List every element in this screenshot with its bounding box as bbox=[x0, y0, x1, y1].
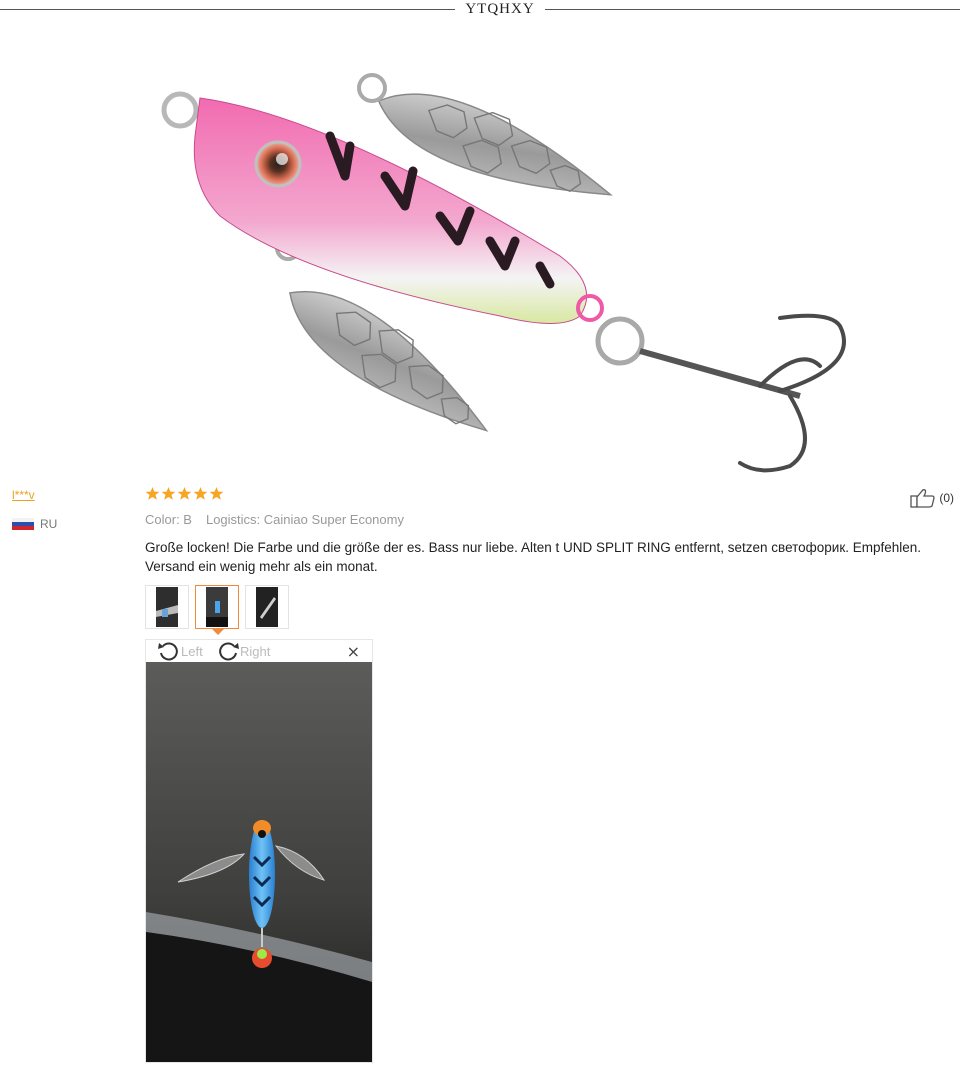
reviewer-name[interactable]: l***v bbox=[12, 488, 35, 502]
viewer-toolbar: Left Right × bbox=[146, 640, 372, 662]
helpful-button[interactable]: (0) bbox=[910, 488, 954, 508]
brand-header: YTQHXY bbox=[0, 0, 960, 22]
helpful-count: (0) bbox=[939, 491, 954, 505]
brand-divider-left bbox=[0, 9, 455, 10]
star-icon bbox=[209, 486, 224, 500]
color-option: Color: B bbox=[145, 512, 192, 527]
logistics-info: Logistics: Cainiao Super Economy bbox=[205, 512, 404, 527]
thumbnail-photo bbox=[206, 587, 228, 627]
star-icon bbox=[145, 486, 160, 500]
thumbnail-photo bbox=[256, 587, 278, 627]
star-rating bbox=[145, 486, 224, 501]
rotate-left-button[interactable]: Left bbox=[157, 640, 203, 662]
rotate-right-button[interactable]: Right bbox=[216, 640, 270, 662]
rotate-right-label: Right bbox=[240, 643, 271, 659]
product-image bbox=[161, 73, 846, 473]
review-photo bbox=[146, 662, 372, 1062]
star-icon bbox=[177, 486, 192, 500]
russia-flag-icon bbox=[12, 518, 34, 530]
thumbs-up-icon bbox=[910, 489, 935, 508]
reviewer-country: RU bbox=[12, 517, 57, 531]
review-text: Große locken! Die Farbe und die größe de… bbox=[145, 540, 922, 574]
review-thumbnails bbox=[145, 585, 289, 635]
review-thumbnail-3[interactable] bbox=[245, 585, 289, 629]
image-viewer: Left Right × bbox=[145, 639, 373, 1063]
rotate-left-label: Left bbox=[181, 643, 203, 659]
brand-name: YTQHXY bbox=[465, 1, 535, 17]
review-thumbnail-1[interactable] bbox=[145, 585, 189, 629]
review-thumbnail-2[interactable] bbox=[195, 585, 239, 635]
brand-divider-right bbox=[545, 9, 960, 10]
thumbnail-photo bbox=[156, 587, 178, 627]
country-code: RU bbox=[40, 517, 58, 531]
review-meta: Color: B Logistics: Cainiao Super Economy bbox=[145, 512, 404, 527]
star-icon bbox=[161, 486, 176, 500]
star-icon bbox=[193, 486, 208, 500]
rotate-left-icon bbox=[158, 642, 178, 661]
rotate-right-icon bbox=[219, 642, 239, 661]
close-icon[interactable]: × bbox=[347, 642, 360, 661]
